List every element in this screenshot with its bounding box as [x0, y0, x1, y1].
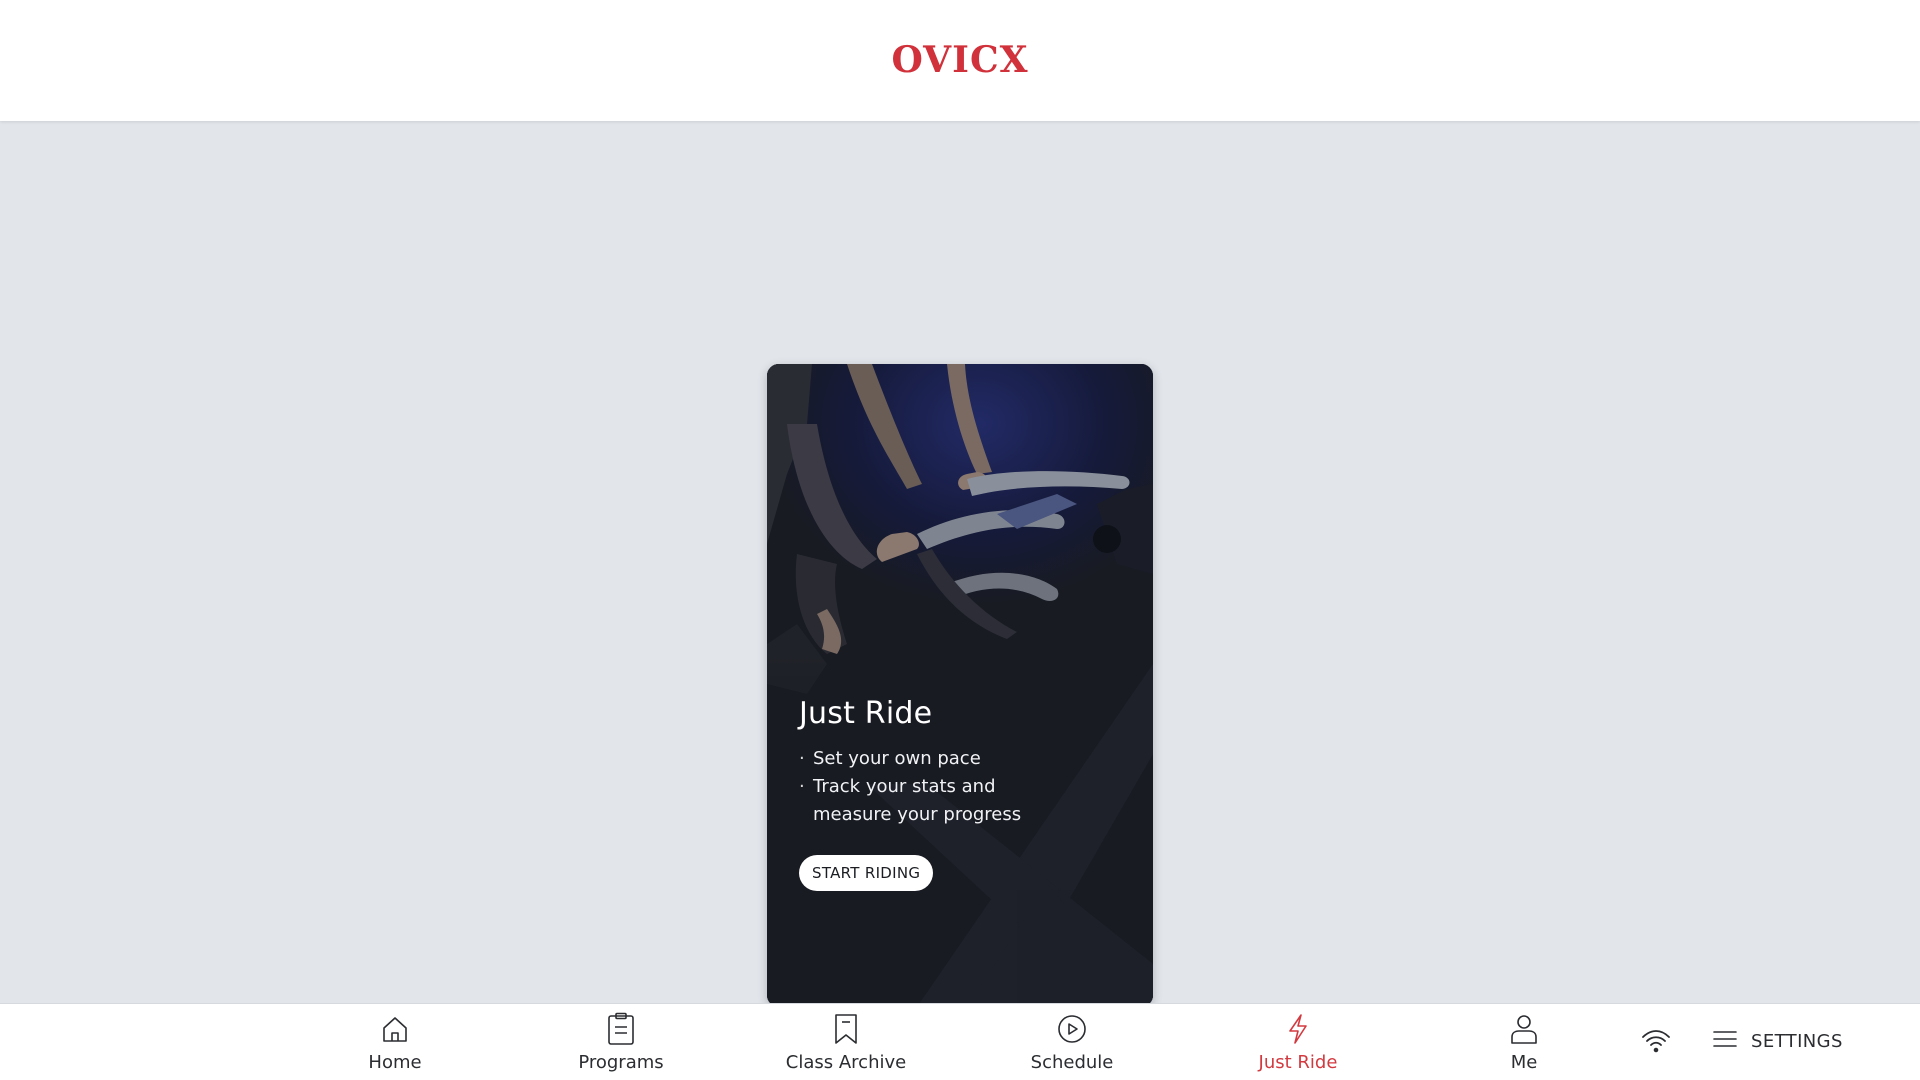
card-background-art — [767, 364, 1153, 1007]
lightning-icon — [1282, 1012, 1314, 1046]
bookmark-icon — [830, 1012, 862, 1046]
start-riding-button[interactable]: START RIDING — [799, 855, 934, 891]
settings-label: SETTINGS — [1751, 1030, 1843, 1052]
nav-me-label: Me — [1510, 1052, 1538, 1073]
play-circle-icon — [1056, 1012, 1088, 1046]
nav-class-archive[interactable]: Class Archive — [771, 1012, 921, 1076]
ovicx-logo: OVICX — [891, 38, 1029, 81]
clipboard-icon — [605, 1012, 637, 1046]
just-ride-card[interactable]: Just Ride Set your own pace Track your s… — [767, 364, 1153, 1007]
nav-just-ride-label: Just Ride — [1258, 1052, 1338, 1073]
nav-programs-label: Programs — [578, 1052, 664, 1073]
nav-me[interactable]: Me — [1449, 1012, 1599, 1076]
settings-button[interactable]: SETTINGS — [1713, 1024, 1843, 1058]
nav-programs[interactable]: Programs — [546, 1012, 696, 1076]
main-content: Just Ride Set your own pace Track your s… — [0, 121, 1920, 1007]
user-icon — [1508, 1012, 1540, 1046]
feature-item: Set your own pace — [799, 745, 1129, 773]
nav-class-archive-label: Class Archive — [785, 1052, 907, 1073]
menu-icon — [1713, 1030, 1737, 1053]
card-title: Just Ride — [799, 696, 933, 731]
nav-just-ride[interactable]: Just Ride — [1223, 1012, 1373, 1076]
nav-schedule[interactable]: Schedule — [997, 1012, 1147, 1076]
wifi-icon[interactable] — [1641, 1028, 1671, 1054]
home-icon — [379, 1012, 411, 1046]
app-header: OVICX — [0, 0, 1920, 121]
feature-list: Set your own pace Track your stats and m… — [799, 745, 1129, 829]
nav-home-label: Home — [368, 1052, 422, 1073]
card-content: Just Ride Set your own pace Track your s… — [799, 696, 1129, 891]
nav-home[interactable]: Home — [320, 1012, 470, 1076]
nav-schedule-label: Schedule — [1030, 1052, 1114, 1073]
bottom-navigation: Home Programs Class Archive Schedule Jus… — [0, 1003, 1920, 1080]
feature-item: Track your stats and measure your progre… — [799, 773, 1024, 829]
